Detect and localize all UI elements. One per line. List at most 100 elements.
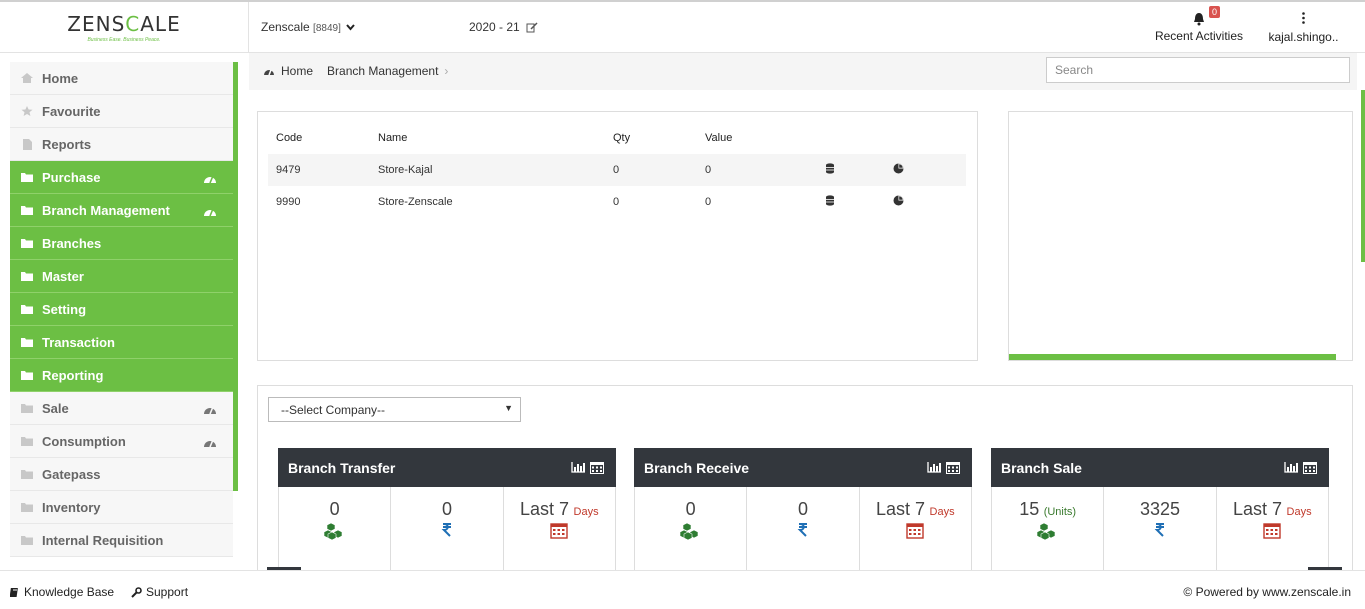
card-qty-cell: 15 (Units) <box>992 487 1105 578</box>
bell-icon <box>1194 13 1204 26</box>
card-header: Branch Transfer <box>278 448 616 487</box>
dashboard-icon[interactable] <box>203 403 217 415</box>
sidebar-item-inventory[interactable]: Inventory <box>10 491 233 524</box>
sidebar-item-home[interactable]: Home <box>10 62 233 95</box>
sidebar-item-consumption[interactable]: Consumption <box>10 425 233 458</box>
breadcrumb-current[interactable]: Branch Management <box>327 64 438 78</box>
folder-icon <box>21 206 33 215</box>
sidebar-item-branches[interactable]: Branches <box>10 227 233 260</box>
folder-icon <box>21 437 33 446</box>
bar-chart-icon[interactable] <box>927 461 942 473</box>
bar-chart-icon[interactable] <box>1284 461 1299 473</box>
footer: Knowledge Base Support © Powered by www.… <box>0 570 1365 609</box>
home-icon <box>21 73 33 83</box>
card-qty: 0 <box>685 499 696 519</box>
card-period-cell[interactable]: Last 7 Days <box>1217 487 1328 578</box>
logo-tagline: Business Ease. Business Peace. <box>87 37 161 43</box>
calendar-icon <box>906 523 925 539</box>
cell-chart-action <box>893 186 966 218</box>
database-icon[interactable] <box>825 195 835 206</box>
cell-qty: 0 <box>613 196 620 208</box>
file-icon <box>23 139 32 150</box>
dashboard-icon[interactable] <box>203 436 217 448</box>
company-code: [8849] <box>313 23 341 34</box>
card-header: Branch Sale <box>991 448 1329 487</box>
pie-chart-icon[interactable] <box>893 163 904 174</box>
sidebar-item-label: Inventory <box>42 499 101 515</box>
table-row[interactable]: 9990 Store-Zenscale 0 0 <box>268 186 966 218</box>
logo[interactable]: ZENSCALE Business Ease. Business Peace. <box>0 2 249 53</box>
sidebar-scrollbar[interactable] <box>233 62 238 491</box>
sidebar-item-sale[interactable]: Sale <box>10 392 233 425</box>
sidebar-item-master[interactable]: Master <box>10 260 233 293</box>
notification-badge: 0 <box>1209 6 1221 18</box>
dashboard-icon[interactable] <box>203 205 217 217</box>
sidebar-item-gatepass[interactable]: Gatepass <box>10 458 233 491</box>
kebab-menu-icon <box>1302 12 1305 24</box>
top-header: ZENSCALE Business Ease. Business Peace. … <box>0 0 1365 53</box>
summary-card-branch-transfer: Branch Transfer 0 0 Last 7 Days <box>278 448 616 578</box>
breadcrumb-chevron-icon: › <box>444 64 449 78</box>
card-body: 0 0 Last 7 Days <box>278 487 616 578</box>
calendar-icon[interactable] <box>590 461 604 474</box>
sidebar-item-reports[interactable]: Reports <box>10 128 233 161</box>
recent-activities[interactable]: Recent Activities <box>1148 10 1250 43</box>
folder-icon <box>21 272 33 281</box>
support-link[interactable]: Support <box>131 585 188 599</box>
sidebar-item-transaction[interactable]: Transaction <box>10 326 233 359</box>
sidebar-item-label: Master <box>42 268 84 284</box>
sidebar-item-label: Gatepass <box>42 466 101 482</box>
bar-chart-icon[interactable] <box>571 461 586 473</box>
card-title: Branch Sale <box>1001 459 1082 476</box>
calendar-icon[interactable] <box>946 461 960 474</box>
card-amount: 3325 <box>1139 499 1181 519</box>
breadcrumb-home[interactable]: Home <box>281 64 313 78</box>
page-scrollbar[interactable] <box>1361 90 1365 262</box>
sidebar-item-label: Consumption <box>42 433 126 449</box>
card-title: Branch Receive <box>644 459 750 476</box>
caret-down-icon: ▼ <box>504 403 513 413</box>
user-name: kajal.shingo.. <box>1268 30 1339 44</box>
card-body: 15 (Units) 3325 Last 7 Days <box>991 487 1329 578</box>
dashboard-icon <box>264 69 274 76</box>
sidebar-item-reporting[interactable]: Reporting <box>10 359 233 392</box>
sidebar-item-label: Favourite <box>42 103 101 119</box>
database-icon[interactable] <box>825 163 835 174</box>
sidebar-item-internal-requisition[interactable]: Internal Requisition <box>10 524 233 557</box>
card-period-cell[interactable]: Last 7 Days <box>504 487 615 578</box>
calendar-icon[interactable] <box>1303 461 1317 474</box>
branch-summary-panel: --Select Company-- ▼ Branch Transfer 0 0 L… <box>257 385 1353 585</box>
calendar-icon <box>1263 523 1282 539</box>
card-amount-cell: 3325 <box>1104 487 1217 578</box>
column-qty: Qty <box>613 132 631 144</box>
breadcrumb-bar: Home Branch Management › <box>249 53 1357 90</box>
pie-chart-icon[interactable] <box>893 195 904 206</box>
sidebar-item-favourite[interactable]: Favourite <box>10 95 233 128</box>
knowledge-base-link[interactable]: Knowledge Base <box>10 585 114 599</box>
dashboard-icon[interactable] <box>203 172 217 184</box>
cell-value: 0 <box>705 196 712 208</box>
boxes-icon <box>323 522 342 540</box>
cell-db-action <box>825 186 893 218</box>
column-action-1 <box>825 122 893 154</box>
table-row[interactable]: 9479 Store-Kajal 0 0 <box>268 154 966 186</box>
sidebar-item-branch-management[interactable]: Branch Management <box>10 194 233 227</box>
user-menu[interactable]: kajal.shingo.. <box>1266 10 1341 44</box>
recent-activities-label: Recent Activities <box>1154 29 1244 43</box>
sidebar-item-label: Reports <box>42 136 92 152</box>
boxes-icon <box>679 522 698 540</box>
edit-icon[interactable] <box>526 22 538 33</box>
card-period-cell[interactable]: Last 7 Days <box>860 487 971 578</box>
sidebar-item-setting[interactable]: Setting <box>10 293 233 326</box>
sidebar-item-purchase[interactable]: Purchase <box>10 161 233 194</box>
search-input[interactable] <box>1046 57 1350 83</box>
company-selector[interactable]: Zenscale [8849] <box>261 20 355 34</box>
card-qty-unit: (Units) <box>1043 506 1077 518</box>
sidebar-item-label: Sale <box>42 400 69 416</box>
logo-text: ZENSCALE <box>67 12 181 36</box>
table-header-row: Code Name Qty Value <box>268 122 966 154</box>
company-select-dropdown[interactable]: --Select Company-- ▼ <box>268 397 521 422</box>
folder-icon <box>21 470 33 479</box>
sidebar-item-label: Purchase <box>42 169 101 185</box>
financial-year[interactable]: 2020 - 21 <box>469 20 538 34</box>
